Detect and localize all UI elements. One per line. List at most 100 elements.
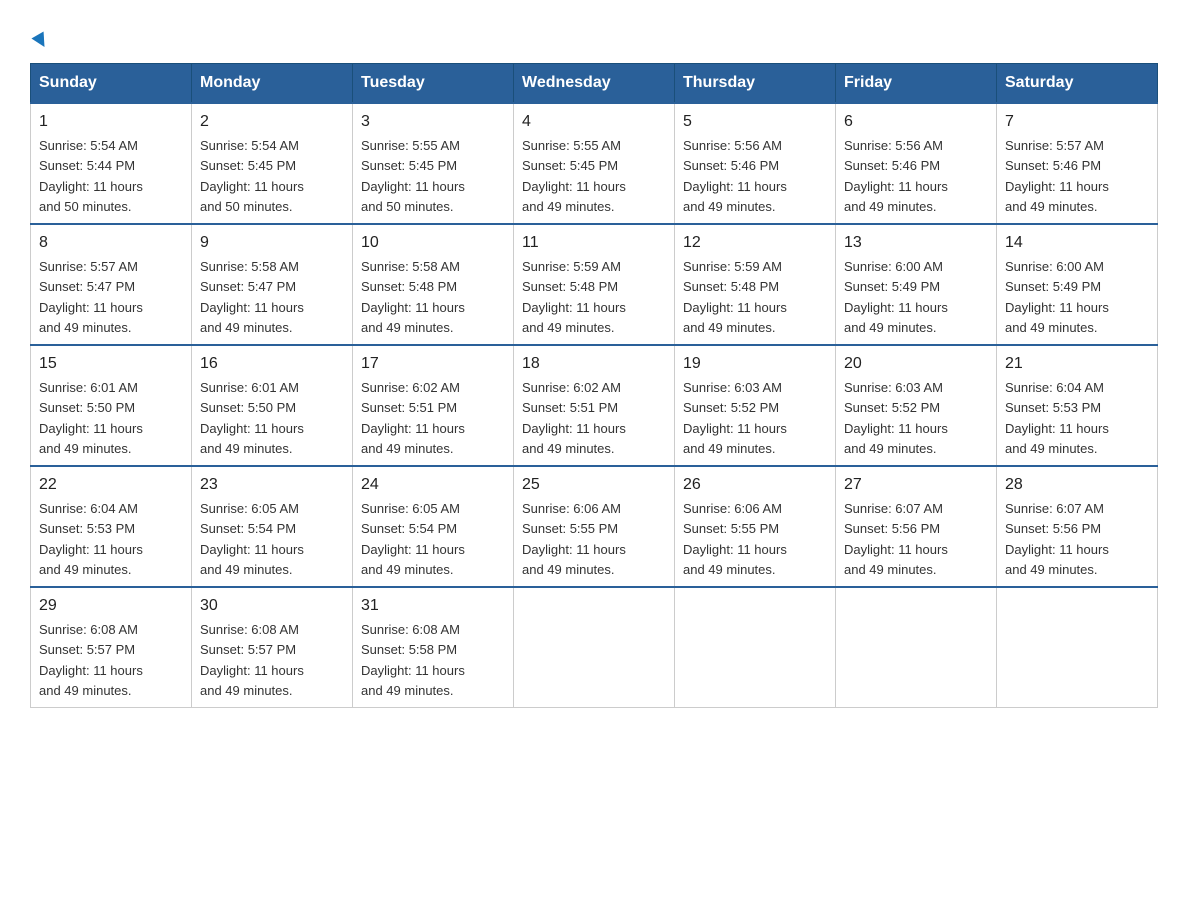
day-cell-25: 25 Sunrise: 6:06 AMSunset: 5:55 PMDayligh… (514, 466, 675, 587)
day-number: 26 (683, 473, 827, 497)
day-number: 19 (683, 352, 827, 376)
day-cell-26: 26Sunrise: 6:06 AMSunset: 5:55 PMDayligh… (675, 466, 836, 587)
day-number: 25 (522, 473, 666, 497)
day-cell-13: 13Sunrise: 6:00 AMSunset: 5:49 PMDayligh… (836, 224, 997, 345)
day-cell-20: 20 Sunrise: 6:03 AMSunset: 5:52 PMDayligh… (836, 345, 997, 466)
day-info: Sunrise: 6:07 AMSunset: 5:56 PMDaylight:… (844, 501, 948, 577)
day-cell-9: 9 Sunrise: 5:58 AMSunset: 5:47 PMDaylight… (192, 224, 353, 345)
weekday-header-wednesday: Wednesday (514, 64, 675, 104)
day-cell-14: 14 Sunrise: 6:00 AMSunset: 5:49 PMDayligh… (997, 224, 1158, 345)
week-row-5: 29 Sunrise: 6:08 AMSunset: 5:57 PMDayligh… (31, 587, 1158, 708)
week-row-3: 15 Sunrise: 6:01 AMSunset: 5:50 PMDayligh… (31, 345, 1158, 466)
day-cell-2: 2 Sunrise: 5:54 AMSunset: 5:45 PMDaylight… (192, 103, 353, 224)
day-number: 27 (844, 473, 988, 497)
day-cell-19: 19Sunrise: 6:03 AMSunset: 5:52 PMDayligh… (675, 345, 836, 466)
day-cell-7: 7 Sunrise: 5:57 AMSunset: 5:46 PMDaylight… (997, 103, 1158, 224)
week-row-1: 1 Sunrise: 5:54 AMSunset: 5:44 PMDaylight… (31, 103, 1158, 224)
day-number: 14 (1005, 231, 1149, 255)
day-info: Sunrise: 5:58 AMSunset: 5:47 PMDaylight:… (200, 259, 304, 335)
day-info: Sunrise: 6:05 AMSunset: 5:54 PMDaylight:… (361, 501, 465, 577)
day-cell-15: 15 Sunrise: 6:01 AMSunset: 5:50 PMDayligh… (31, 345, 192, 466)
day-info: Sunrise: 6:04 AMSunset: 5:53 PMDaylight:… (1005, 380, 1109, 456)
day-number: 6 (844, 110, 988, 134)
week-row-4: 22 Sunrise: 6:04 AMSunset: 5:53 PMDayligh… (31, 466, 1158, 587)
day-number: 24 (361, 473, 505, 497)
day-info: Sunrise: 5:57 AMSunset: 5:46 PMDaylight:… (1005, 138, 1109, 214)
day-info: Sunrise: 6:08 AMSunset: 5:57 PMDaylight:… (39, 622, 143, 698)
day-cell-24: 24 Sunrise: 6:05 AMSunset: 5:54 PMDayligh… (353, 466, 514, 587)
day-info: Sunrise: 5:54 AMSunset: 5:45 PMDaylight:… (200, 138, 304, 214)
day-info: Sunrise: 5:54 AMSunset: 5:44 PMDaylight:… (39, 138, 143, 214)
day-info: Sunrise: 6:04 AMSunset: 5:53 PMDaylight:… (39, 501, 143, 577)
weekday-header-monday: Monday (192, 64, 353, 104)
day-number: 4 (522, 110, 666, 134)
day-cell-5: 5 Sunrise: 5:56 AMSunset: 5:46 PMDaylight… (675, 103, 836, 224)
day-info: Sunrise: 5:59 AMSunset: 5:48 PMDaylight:… (683, 259, 787, 335)
day-cell-30: 30Sunrise: 6:08 AMSunset: 5:57 PMDayligh… (192, 587, 353, 708)
empty-cell (836, 587, 997, 708)
empty-cell (514, 587, 675, 708)
day-number: 17 (361, 352, 505, 376)
weekday-header-thursday: Thursday (675, 64, 836, 104)
day-number: 29 (39, 594, 183, 618)
day-info: Sunrise: 6:01 AMSunset: 5:50 PMDaylight:… (200, 380, 304, 456)
day-number: 9 (200, 231, 344, 255)
day-info: Sunrise: 6:06 AMSunset: 5:55 PMDaylight:… (522, 501, 626, 577)
weekday-header-sunday: Sunday (31, 64, 192, 104)
day-info: Sunrise: 5:59 AMSunset: 5:48 PMDaylight:… (522, 259, 626, 335)
day-info: Sunrise: 6:00 AMSunset: 5:49 PMDaylight:… (1005, 259, 1109, 335)
day-number: 20 (844, 352, 988, 376)
day-cell-12: 12 Sunrise: 5:59 AMSunset: 5:48 PMDayligh… (675, 224, 836, 345)
day-number: 3 (361, 110, 505, 134)
day-cell-28: 28 Sunrise: 6:07 AMSunset: 5:56 PMDayligh… (997, 466, 1158, 587)
day-cell-1: 1 Sunrise: 5:54 AMSunset: 5:44 PMDaylight… (31, 103, 192, 224)
day-number: 21 (1005, 352, 1149, 376)
day-cell-3: 3 Sunrise: 5:55 AMSunset: 5:45 PMDaylight… (353, 103, 514, 224)
logo-triangle-icon (30, 30, 52, 57)
day-info: Sunrise: 6:02 AMSunset: 5:51 PMDaylight:… (522, 380, 626, 456)
day-cell-6: 6Sunrise: 5:56 AMSunset: 5:46 PMDaylight… (836, 103, 997, 224)
day-number: 16 (200, 352, 344, 376)
week-row-2: 8 Sunrise: 5:57 AMSunset: 5:47 PMDaylight… (31, 224, 1158, 345)
day-number: 5 (683, 110, 827, 134)
day-cell-29: 29 Sunrise: 6:08 AMSunset: 5:57 PMDayligh… (31, 587, 192, 708)
day-number: 11 (522, 231, 666, 255)
day-info: Sunrise: 6:02 AMSunset: 5:51 PMDaylight:… (361, 380, 465, 456)
day-info: Sunrise: 5:56 AMSunset: 5:46 PMDaylight:… (683, 138, 787, 214)
day-cell-18: 18Sunrise: 6:02 AMSunset: 5:51 PMDayligh… (514, 345, 675, 466)
day-cell-17: 17 Sunrise: 6:02 AMSunset: 5:51 PMDayligh… (353, 345, 514, 466)
day-info: Sunrise: 5:55 AMSunset: 5:45 PMDaylight:… (522, 138, 626, 214)
calendar-table: SundayMondayTuesdayWednesdayThursdayFrid… (30, 63, 1158, 708)
day-number: 8 (39, 231, 183, 255)
day-cell-4: 4 Sunrise: 5:55 AMSunset: 5:45 PMDaylight… (514, 103, 675, 224)
day-number: 13 (844, 231, 988, 255)
day-info: Sunrise: 6:05 AMSunset: 5:54 PMDaylight:… (200, 501, 304, 577)
weekday-header-friday: Friday (836, 64, 997, 104)
day-number: 10 (361, 231, 505, 255)
header-area (30, 20, 1158, 53)
day-info: Sunrise: 6:03 AMSunset: 5:52 PMDaylight:… (844, 380, 948, 456)
day-cell-21: 21 Sunrise: 6:04 AMSunset: 5:53 PMDayligh… (997, 345, 1158, 466)
day-number: 2 (200, 110, 344, 134)
day-cell-22: 22 Sunrise: 6:04 AMSunset: 5:53 PMDayligh… (31, 466, 192, 587)
weekday-header-tuesday: Tuesday (353, 64, 514, 104)
day-info: Sunrise: 5:57 AMSunset: 5:47 PMDaylight:… (39, 259, 143, 335)
day-number: 12 (683, 231, 827, 255)
day-info: Sunrise: 5:55 AMSunset: 5:45 PMDaylight:… (361, 138, 465, 214)
day-cell-27: 27 Sunrise: 6:07 AMSunset: 5:56 PMDayligh… (836, 466, 997, 587)
day-info: Sunrise: 6:01 AMSunset: 5:50 PMDaylight:… (39, 380, 143, 456)
day-number: 15 (39, 352, 183, 376)
weekday-header-saturday: Saturday (997, 64, 1158, 104)
day-number: 28 (1005, 473, 1149, 497)
day-number: 30 (200, 594, 344, 618)
day-info: Sunrise: 6:07 AMSunset: 5:56 PMDaylight:… (1005, 501, 1109, 577)
day-number: 7 (1005, 110, 1149, 134)
day-cell-16: 16 Sunrise: 6:01 AMSunset: 5:50 PMDayligh… (192, 345, 353, 466)
logo (30, 20, 52, 53)
empty-cell (675, 587, 836, 708)
day-number: 23 (200, 473, 344, 497)
day-number: 31 (361, 594, 505, 618)
day-number: 1 (39, 110, 183, 134)
day-info: Sunrise: 6:08 AMSunset: 5:58 PMDaylight:… (361, 622, 465, 698)
day-number: 22 (39, 473, 183, 497)
